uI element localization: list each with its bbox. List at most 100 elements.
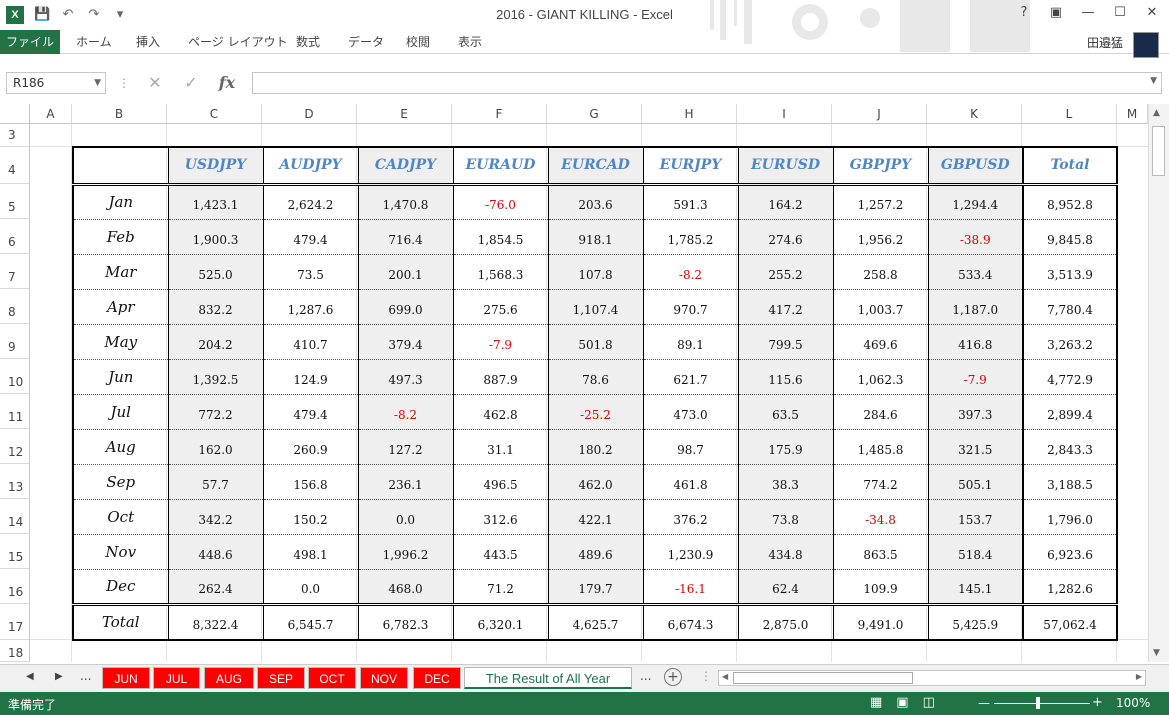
data-cell[interactable]: 78.6 [547,358,644,395]
data-cell[interactable]: 410.7 [262,323,359,360]
insert-function-icon[interactable]: fx [212,72,242,94]
data-cell[interactable]: 71.2 [452,568,549,605]
data-cell[interactable]: 1,485.8 [832,428,929,465]
avatar[interactable] [1133,32,1159,58]
data-cell[interactable]: 832.2 [167,288,264,325]
formula-input[interactable]: ▼ [252,72,1162,94]
data-cell[interactable]: 3,188.5 [1022,463,1118,500]
month-label[interactable]: Nov [72,533,169,570]
data-cell[interactable]: 1,062.3 [832,358,929,395]
data-cell[interactable]: 3,263.2 [1022,323,1118,360]
chevron-down-icon[interactable]: ▼ [94,73,101,93]
next-sheet-icon[interactable]: ▶ [55,671,63,682]
data-cell[interactable]: 6,320.1 [452,602,549,641]
column-header[interactable]: L [1022,104,1117,124]
data-cell[interactable]: 1,900.3 [167,218,264,255]
month-label[interactable]: Feb [72,218,169,255]
data-cell[interactable]: 6,923.6 [1022,533,1118,570]
data-cell[interactable]: 918.1 [547,218,644,255]
ribbon-display-icon[interactable]: ▣ [1047,4,1065,22]
data-cell[interactable]: 204.2 [167,323,264,360]
row-header[interactable]: 10 [0,359,30,394]
row-header[interactable]: 5 [0,184,30,219]
data-cell[interactable]: 497.3 [357,358,454,395]
zoom-in-icon[interactable]: + [1092,695,1103,710]
row-header[interactable]: 15 [0,534,30,569]
column-header[interactable]: G [547,104,642,124]
sheet-tab-jun[interactable]: JUN [102,667,150,689]
data-cell[interactable]: 1,287.6 [262,288,359,325]
page-layout-view-icon[interactable]: ▣ [896,695,908,710]
expand-formula-icon[interactable]: ▼ [1150,76,1157,86]
month-label[interactable]: Sep [72,463,169,500]
column-header[interactable]: F [452,104,547,124]
data-cell[interactable]: 591.3 [642,183,739,220]
normal-view-icon[interactable]: ▦ [870,695,882,710]
month-label[interactable]: Aug [72,428,169,465]
sheet-tab-nov[interactable]: NOV [360,667,408,689]
sheet-tab-result-all-year[interactable]: The Result of All Year [464,667,632,689]
zoom-slider-knob[interactable] [1036,697,1040,709]
scroll-down-icon[interactable]: ▼ [1153,648,1160,658]
data-cell[interactable]: 379.4 [357,323,454,360]
month-label[interactable]: May [72,323,169,360]
maximize-icon[interactable]: ☐ [1111,4,1129,22]
data-cell[interactable]: 1,470.8 [357,183,454,220]
data-cell[interactable]: 109.9 [832,568,929,605]
tab-data[interactable]: データ [348,30,384,54]
data-cell[interactable]: 312.6 [452,498,549,535]
column-title[interactable]: GBPUSD [927,146,1024,186]
month-label[interactable]: Jan [72,183,169,220]
data-cell[interactable]: -34.8 [832,498,929,535]
data-cell[interactable]: 175.9 [737,428,834,465]
data-cell[interactable]: 376.2 [642,498,739,535]
column-title[interactable]: GBPJPY [832,146,929,186]
page-break-view-icon[interactable]: ◫ [923,695,935,710]
data-cell[interactable]: -7.9 [927,358,1024,395]
data-cell[interactable]: 321.5 [927,428,1024,465]
data-cell[interactable]: 2,875.0 [737,602,834,641]
minimize-icon[interactable]: — [1079,4,1097,22]
data-cell[interactable]: 448.6 [167,533,264,570]
column-title[interactable]: EURUSD [737,146,834,186]
scroll-left-icon[interactable]: ◀ [722,672,728,681]
data-cell[interactable]: 887.9 [452,358,549,395]
data-cell[interactable]: 533.4 [927,253,1024,290]
data-cell[interactable]: 115.6 [737,358,834,395]
select-all-corner[interactable] [0,104,30,124]
month-label[interactable]: Jul [72,393,169,430]
row-header[interactable]: 17 [0,604,30,640]
data-cell[interactable]: 505.1 [927,463,1024,500]
data-cell[interactable]: 153.7 [927,498,1024,535]
column-title[interactable]: CADJPY [357,146,454,186]
month-label[interactable]: Mar [72,253,169,290]
data-cell[interactable]: 57.7 [167,463,264,500]
scroll-up-icon[interactable]: ▲ [1153,108,1160,118]
row-header[interactable]: 3 [0,124,30,147]
data-cell[interactable]: 799.5 [737,323,834,360]
data-cell[interactable]: 1,796.0 [1022,498,1118,535]
data-cell[interactable]: 863.5 [832,533,929,570]
data-cell[interactable]: 31.1 [452,428,549,465]
data-cell[interactable]: 179.7 [547,568,644,605]
data-cell[interactable]: 479.4 [262,393,359,430]
data-cell[interactable]: 107.8 [547,253,644,290]
column-header[interactable]: M [1117,104,1148,124]
data-cell[interactable]: 8,952.8 [1022,183,1118,220]
data-cell[interactable]: 621.7 [642,358,739,395]
data-cell[interactable]: 1,107.4 [547,288,644,325]
data-cell[interactable]: 489.6 [547,533,644,570]
data-cell[interactable]: 970.7 [642,288,739,325]
data-cell[interactable]: 1,568.3 [452,253,549,290]
tab-home[interactable]: ホーム [76,30,112,54]
column-header[interactable]: A [30,104,72,124]
data-cell[interactable]: 1,423.1 [167,183,264,220]
data-cell[interactable]: 1,003.7 [832,288,929,325]
column-title[interactable]: AUDJPY [262,146,359,186]
data-cell[interactable]: 6,674.3 [642,602,739,641]
data-cell[interactable]: 203.6 [547,183,644,220]
data-cell[interactable]: 262.4 [167,568,264,605]
data-cell[interactable]: 1,854.5 [452,218,549,255]
data-cell[interactable]: 9,845.8 [1022,218,1118,255]
zoom-out-icon[interactable]: — [978,696,990,710]
